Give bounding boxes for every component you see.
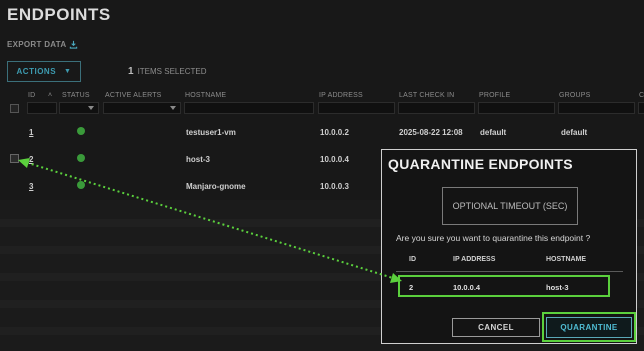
row-2-hostname: host-3 bbox=[186, 155, 210, 164]
row-1-last-check-in: 2025-08-22 12:08 bbox=[399, 128, 463, 137]
status-online-icon bbox=[77, 127, 85, 135]
chevron-down-icon: ▼ bbox=[64, 68, 72, 75]
select-all-checkbox[interactable] bbox=[10, 104, 19, 113]
sort-asc-icon[interactable]: ˄ bbox=[48, 92, 52, 99]
quarantine-button[interactable]: QUARANTINE bbox=[546, 317, 632, 338]
column-header-last-check-in[interactable]: LAST CHECK IN bbox=[399, 92, 454, 99]
download-icon bbox=[70, 40, 78, 49]
cancel-button[interactable]: CANCEL bbox=[452, 318, 540, 337]
row-1-id-link[interactable]: 1 bbox=[29, 128, 33, 137]
quarantine-modal: QUARANTINE ENDPOINTS OPTIONAL TIMEOUT (S… bbox=[381, 149, 637, 344]
filter-groups[interactable] bbox=[558, 102, 635, 114]
modal-row-hostname: host-3 bbox=[546, 283, 569, 292]
filter-last-check-in[interactable] bbox=[398, 102, 475, 114]
column-header-truncated[interactable]: C bbox=[639, 92, 644, 99]
status-online-icon bbox=[77, 154, 85, 162]
row-3-hostname: Manjaro-gnome bbox=[186, 182, 246, 191]
column-header-active-alerts[interactable]: ACTIVE ALERTS bbox=[105, 92, 162, 99]
filter-hostname[interactable] bbox=[184, 102, 314, 114]
timeout-input[interactable]: OPTIONAL TIMEOUT (SEC) bbox=[442, 187, 578, 225]
selected-count: 1 bbox=[128, 66, 134, 77]
confirm-message: Are you sure you want to quarantine this… bbox=[396, 233, 591, 243]
selection-status: 1 ITEMS SELECTED bbox=[128, 66, 206, 77]
column-header-id[interactable]: ID bbox=[28, 92, 35, 99]
row-3-id-link[interactable]: 3 bbox=[29, 182, 33, 191]
column-header-groups[interactable]: GROUPS bbox=[559, 92, 591, 99]
row-1-groups: default bbox=[561, 128, 588, 137]
modal-column-hostname: HOSTNAME bbox=[546, 256, 587, 263]
modal-column-id: ID bbox=[409, 256, 416, 263]
filter-status[interactable] bbox=[59, 102, 99, 114]
filter-id[interactable] bbox=[27, 102, 57, 114]
filter-ip-address[interactable] bbox=[318, 102, 395, 114]
row-2-id-link[interactable]: 2 bbox=[29, 155, 33, 164]
row-1-ip: 10.0.0.2 bbox=[320, 128, 349, 137]
column-header-status[interactable]: STATUS bbox=[62, 92, 90, 99]
modal-title: QUARANTINE ENDPOINTS bbox=[388, 156, 573, 172]
page-title: ENDPOINTS bbox=[7, 5, 111, 24]
row-1-hostname: testuser1-vm bbox=[186, 128, 236, 137]
modal-column-ip-address: IP ADDRESS bbox=[453, 256, 496, 263]
filter-profile[interactable] bbox=[478, 102, 555, 114]
column-header-profile[interactable]: PROFILE bbox=[479, 92, 510, 99]
actions-label: ACTIONS bbox=[16, 67, 57, 76]
export-data-label: EXPORT DATA bbox=[7, 40, 67, 49]
row-2-ip: 10.0.0.4 bbox=[320, 155, 349, 164]
row-2-checkbox[interactable] bbox=[10, 154, 19, 163]
highlight-box bbox=[398, 275, 610, 297]
selected-label: ITEMS SELECTED bbox=[137, 67, 207, 76]
filter-truncated[interactable] bbox=[638, 102, 644, 114]
column-header-hostname[interactable]: HOSTNAME bbox=[185, 92, 226, 99]
column-header-ip-address[interactable]: IP ADDRESS bbox=[319, 92, 363, 99]
actions-dropdown-button[interactable]: ACTIONS ▼ bbox=[7, 61, 81, 82]
modal-row-id: 2 bbox=[409, 283, 414, 292]
export-data-link[interactable]: EXPORT DATA bbox=[7, 40, 78, 49]
modal-row-ip: 10.0.0.4 bbox=[453, 283, 481, 292]
divider bbox=[396, 271, 623, 272]
filter-active-alerts[interactable] bbox=[103, 102, 181, 114]
row-1-profile: default bbox=[480, 128, 507, 137]
row-3-ip: 10.0.0.3 bbox=[320, 182, 349, 191]
status-online-icon bbox=[77, 181, 85, 189]
